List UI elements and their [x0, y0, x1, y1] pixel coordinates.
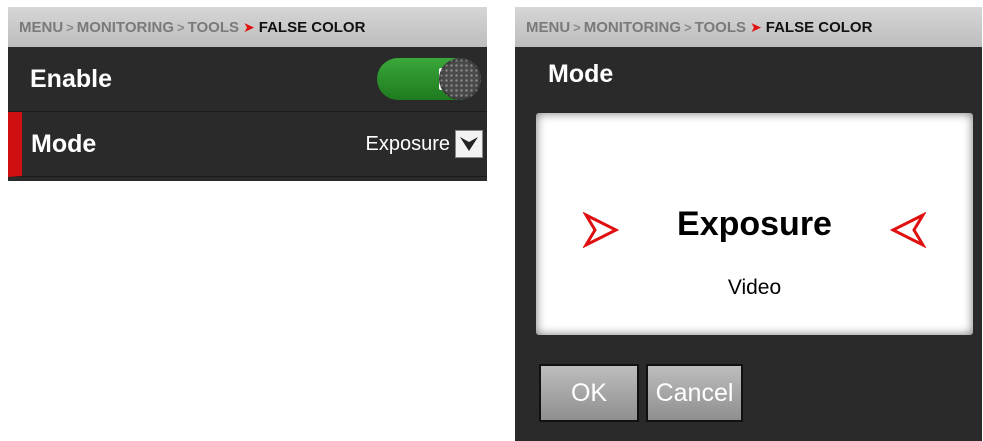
breadcrumb-item-monitoring[interactable]: MONITORING [584, 19, 681, 36]
mode-picker[interactable]: Exposure Video [536, 113, 973, 335]
mode-value: Exposure [365, 132, 451, 155]
picker-option[interactable]: Video [536, 276, 973, 300]
breadcrumb-item-menu[interactable]: MENU [526, 19, 570, 36]
enable-row[interactable]: Enable [8, 47, 487, 112]
breadcrumb-separator: > [573, 19, 581, 35]
false-color-menu-panel: MENU > MONITORING > TOOLS ➤ FALSE COLOR … [8, 7, 487, 181]
breadcrumb-separator: > [177, 19, 185, 35]
breadcrumb: MENU > MONITORING > TOOLS ➤ FALSE COLOR [8, 7, 487, 47]
breadcrumb-item-tools[interactable]: TOOLS [695, 19, 746, 36]
mode-select[interactable]: Exposure [365, 130, 483, 158]
breadcrumb-current: FALSE COLOR [765, 18, 873, 36]
cancel-button[interactable]: Cancel [646, 364, 743, 422]
toggle-knob[interactable] [439, 58, 481, 100]
mode-dialog: MENU > MONITORING > TOOLS ➤ FALSE COLOR … [515, 7, 982, 441]
enable-toggle[interactable] [377, 58, 481, 100]
chevron-down-icon[interactable] [455, 130, 483, 158]
mode-label: Mode [31, 129, 97, 158]
enable-label: Enable [30, 64, 112, 93]
breadcrumb-separator: > [66, 19, 74, 35]
breadcrumb: MENU > MONITORING > TOOLS ➤ FALSE COLOR [515, 7, 982, 47]
breadcrumb-separator: > [684, 19, 692, 35]
ok-button[interactable]: OK [539, 364, 639, 422]
breadcrumb-item-menu[interactable]: MENU [19, 19, 63, 36]
dialog-title: Mode [548, 60, 614, 88]
breadcrumb-active-arrow-icon: ➤ [243, 18, 255, 35]
mode-row[interactable]: Mode Exposure [8, 112, 487, 177]
breadcrumb-current: FALSE COLOR [258, 18, 366, 36]
breadcrumb-item-tools[interactable]: TOOLS [188, 19, 239, 36]
breadcrumb-active-arrow-icon: ➤ [750, 18, 762, 35]
chevron-left-icon [890, 212, 926, 248]
breadcrumb-item-monitoring[interactable]: MONITORING [77, 19, 174, 36]
